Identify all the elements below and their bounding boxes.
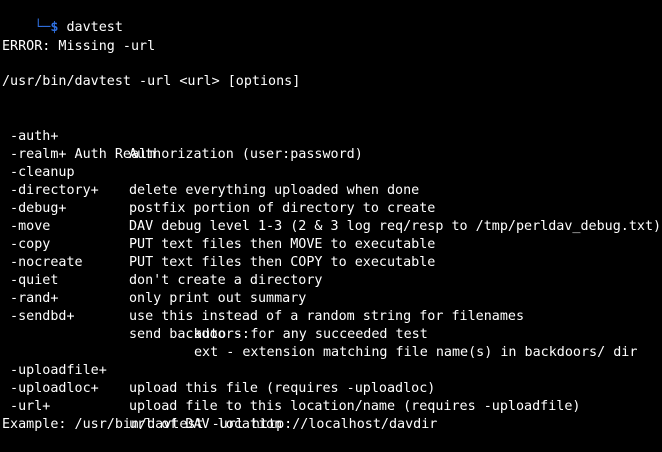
option-row-rand: -rand+ use this instead of a random stri… [2, 272, 662, 324]
option-row-url: -url+ url of DAV location [2, 380, 662, 432]
sendbd-sub-auto: auto - for any succeeded test [2, 308, 662, 342]
prompt-corner: └─ [34, 20, 51, 35]
option-row-quiet: -quiet only print out summary [2, 254, 662, 306]
prompt-line: └─$ davtest [2, 1, 123, 35]
usage-line: /usr/bin/davtest -url <url> [options] [2, 74, 301, 89]
option-desc: upload file to this location/name (requi… [129, 399, 581, 414]
sendbd-sub-ext: ext - extension matching file name(s) in… [2, 326, 662, 360]
option-row-sendbd: -sendbd+ send backdoors: [2, 290, 662, 342]
option-flag: -url+ [2, 399, 51, 414]
prompt-symbol: $ [50, 20, 59, 35]
example-line: Example: /usr/bin/davtest -url http://lo… [2, 417, 438, 432]
option-row-cleanup: -cleanup delete everything uploaded when… [2, 146, 662, 198]
option-row-realm: -realm+ Auth Realm [2, 128, 662, 162]
option-row-copy: -copy PUT text files then COPY to execut… [2, 218, 662, 270]
command-text: davtest [66, 20, 123, 35]
option-row-debug: -debug+ DAV debug level 1-3 (2 & 3 log r… [2, 182, 662, 234]
error-message: ERROR: Missing -url [2, 39, 156, 54]
option-row-uploadfile: -uploadfile+ upload this file (requires … [2, 344, 662, 396]
option-row-directory: -directory+ postfix portion of directory… [2, 164, 662, 216]
option-row-move: -move PUT text files then MOVE to execut… [2, 200, 662, 252]
terminal-window[interactable]: └─$ davtest ERROR: Missing -url /usr/bin… [0, 0, 662, 438]
option-row-auth: -auth+ Authorization (user:password) [2, 110, 662, 162]
option-row-uploadloc: -uploadloc+ upload file to this location… [2, 362, 662, 414]
option-row-nocreate: -nocreate don't create a directory [2, 236, 662, 288]
